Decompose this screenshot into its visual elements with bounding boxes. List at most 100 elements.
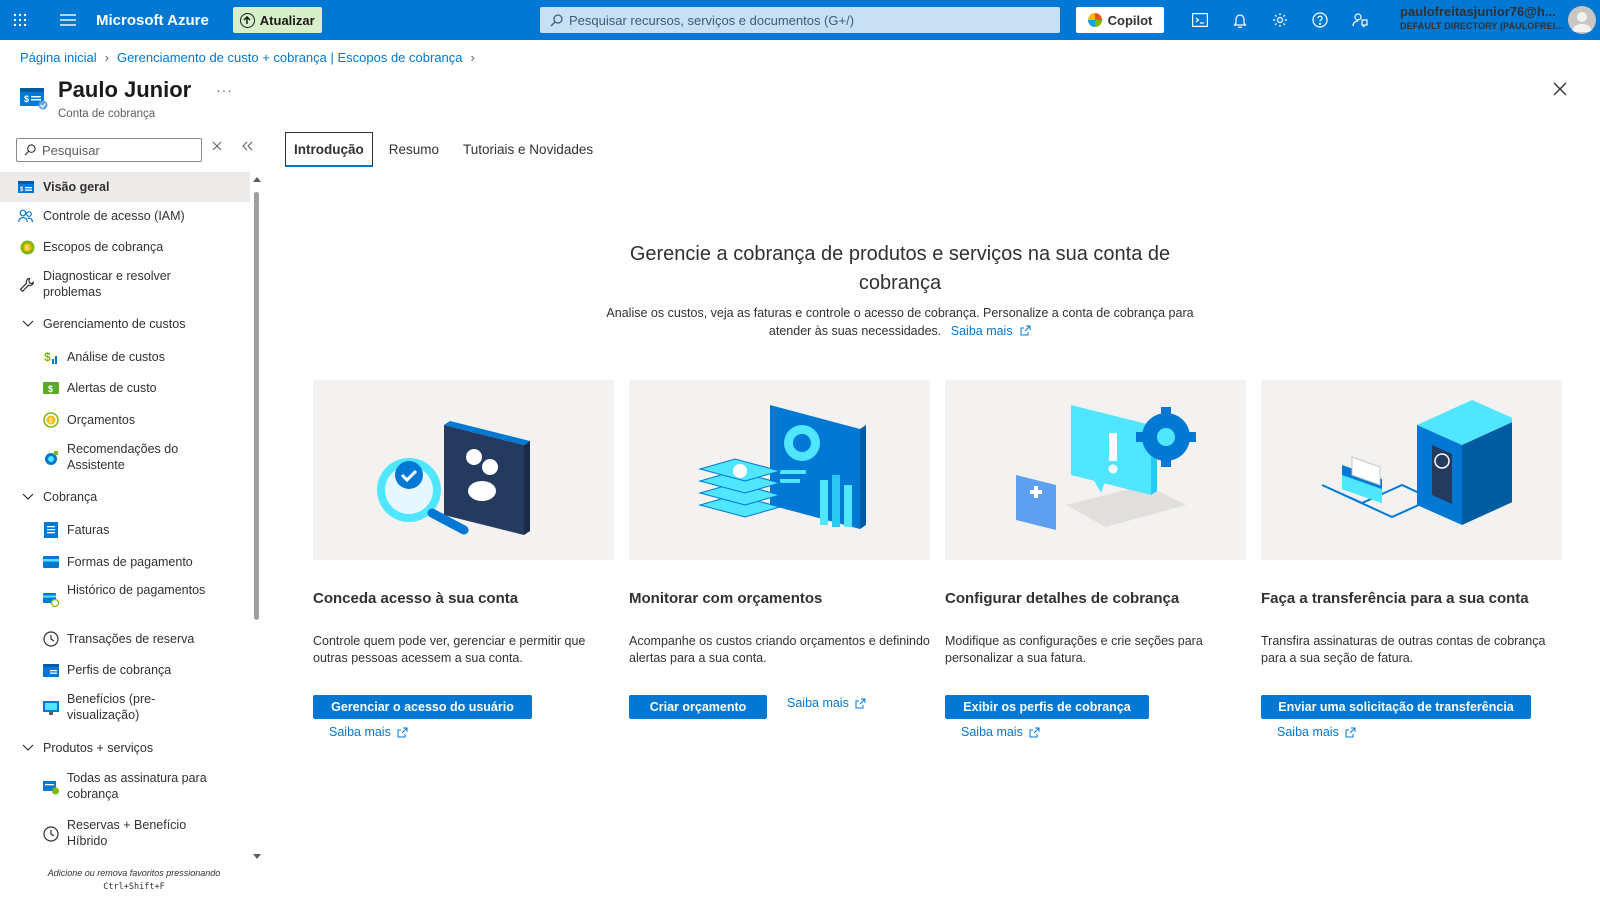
svg-text:$: $ [49, 418, 53, 425]
copilot-button[interactable]: Copilot [1076, 7, 1164, 33]
more-options-icon[interactable]: ··· [216, 82, 233, 98]
nav-item-iam[interactable]: Controle de acesso (IAM) [0, 206, 250, 226]
budgets-illustration [629, 380, 930, 560]
card-title: Configurar detalhes de cobrança [945, 590, 1180, 607]
avatar[interactable] [1568, 6, 1596, 34]
nav-item-cost-alerts[interactable]: $ Alertas de custo [0, 378, 250, 398]
nav-item-diagnose[interactable]: Diagnosticar e resolver problemas [0, 268, 250, 302]
nav-item-label: Formas de pagamento [67, 555, 193, 569]
nav-item-cost-analysis[interactable]: $ Análise de custos [0, 347, 250, 367]
account-info[interactable]: paulofreitasjunior76@h... DEFAULT DIRECT… [1400, 5, 1565, 33]
nav-item-payment-history[interactable]: Histórico de pagamentos [0, 582, 250, 616]
nav-item-label: Histórico de pagamentos [67, 583, 206, 597]
svg-text:$: $ [48, 384, 53, 394]
copilot-label: Copilot [1107, 12, 1153, 28]
nav-item-label: Diagnosticar e resolver problemas [43, 269, 171, 299]
nav-item-all-subscriptions[interactable]: Todas as assinatura para cobrança [0, 770, 250, 804]
external-link-icon [1029, 727, 1040, 737]
close-icon[interactable] [1553, 82, 1573, 102]
global-search-placeholder: Pesquisar recursos, serviços e documento… [569, 12, 855, 28]
hero-description: Analise os custos, veja as faturas e con… [600, 304, 1200, 340]
card-title: Faça a transferência para a sua conta [1261, 590, 1529, 607]
tab-summary[interactable]: Resumo [381, 132, 447, 167]
grant-access-illustration [313, 380, 614, 560]
budget-icon: $ [43, 412, 59, 428]
collapse-menu-icon[interactable] [242, 141, 256, 155]
app-launcher-icon[interactable] [0, 0, 40, 40]
global-search-input[interactable]: Pesquisar recursos, serviços e documento… [540, 7, 1060, 33]
tab-bar: Introdução Resumo Tutoriais e Novidades [285, 132, 609, 167]
external-link-icon [397, 727, 408, 737]
nav-item-overview[interactable]: $ Visão geral [0, 172, 250, 202]
brand-title[interactable]: Microsoft Azure [96, 12, 209, 29]
nav-item-payment-methods[interactable]: Formas de pagamento [0, 552, 250, 572]
external-link-icon [855, 698, 866, 708]
nav-group-label: Cobrança [43, 490, 98, 504]
benefits-icon [43, 700, 59, 716]
nav-group-cost-management[interactable]: Gerenciamento de custos [0, 314, 250, 334]
clear-search-icon[interactable] [212, 141, 226, 155]
card-learn-more-link[interactable]: Saiba mais [787, 696, 866, 710]
learn-more-label: Saiba mais [961, 725, 1023, 739]
view-billing-profiles-button[interactable]: Exibir os perfis de cobrança [945, 695, 1149, 719]
nav-item-advisor[interactable]: Recomendações do Assistente [0, 441, 250, 475]
notifications-bell-icon[interactable] [1220, 0, 1260, 40]
settings-gear-icon[interactable] [1260, 0, 1300, 40]
breadcrumb-cost-management[interactable]: Gerenciamento de custo + cobrança | Esco… [117, 50, 463, 65]
payment-history-icon [43, 591, 59, 607]
svg-text:$: $ [44, 350, 51, 364]
upgrade-label: Atualizar [259, 12, 315, 28]
manage-user-access-button[interactable]: Gerenciar o acesso do usuário [313, 695, 532, 719]
nav-item-label: Visão geral [43, 180, 110, 194]
chevron-down-icon [20, 316, 36, 332]
favorites-hint-keys: Ctrl+Shift+F [103, 882, 165, 892]
hamburger-menu-icon[interactable] [48, 0, 88, 40]
create-budget-button[interactable]: Criar orçamento [629, 695, 767, 719]
nav-item-reservation-transactions[interactable]: Transações de reserva [0, 629, 250, 649]
favorites-hint-text: Adicione ou remova favoritos pressionand… [47, 868, 221, 878]
learn-more-label: Saiba mais [329, 725, 391, 739]
upgrade-button[interactable]: Atualizar [232, 7, 322, 33]
breadcrumb: Página inicial › Gerenciamento de custo … [20, 50, 475, 65]
billing-profile-icon [43, 662, 59, 678]
reservation-icon [43, 826, 59, 842]
hero-title: Gerencie a cobrança de produtos e serviç… [629, 243, 1171, 294]
nav-item-label: Análise de custos [67, 350, 165, 364]
learn-more-label: Saiba mais [950, 324, 1013, 338]
nav-scrollbar-thumb[interactable] [254, 192, 259, 620]
user-name: paulofreitasjunior76@h... [1400, 5, 1556, 19]
nav-search-input[interactable]: Pesquisar [16, 138, 202, 162]
nav-item-label: Escopos de cobrança [43, 240, 164, 254]
cost-alert-icon: $ [43, 380, 59, 396]
send-transfer-request-button[interactable]: Enviar uma solicitação de transferência [1261, 695, 1531, 719]
cloud-shell-icon[interactable] [1180, 0, 1220, 40]
nav-item-label: Perfis de cobrança [67, 663, 172, 677]
nav-group-products-services[interactable]: Produtos + serviços [0, 738, 250, 758]
card-learn-more-link[interactable]: Saiba mais [329, 725, 408, 739]
chevron-down-icon [20, 489, 36, 505]
breadcrumb-home[interactable]: Página inicial [20, 50, 97, 65]
nav-item-benefits[interactable]: Benefícios (pre-visualização) [0, 691, 250, 725]
billing-account-icon: $ [18, 179, 34, 195]
nav-item-label: Benefícios (pre-visualização) [67, 692, 156, 722]
nav-group-billing[interactable]: Cobrança [0, 487, 250, 507]
tab-introduction[interactable]: Introdução [285, 132, 373, 167]
nav-group-label: Gerenciamento de custos [43, 317, 186, 331]
card-title: Conceda acesso à sua conta [313, 590, 519, 607]
card-title: Monitorar com orçamentos [629, 590, 823, 607]
card-learn-more-link[interactable]: Saiba mais [1277, 725, 1356, 739]
transfer-illustration [1261, 380, 1562, 560]
nav-item-billing-profiles[interactable]: Perfis de cobrança [0, 660, 250, 680]
clock-icon [43, 631, 59, 647]
hero-learn-more-link[interactable]: Saiba mais [951, 324, 1031, 338]
wrench-icon [19, 277, 35, 293]
card-learn-more-link[interactable]: Saiba mais [961, 725, 1040, 739]
nav-item-billing-scopes[interactable]: $ Escopos de cobrança [0, 237, 250, 257]
nav-item-budgets[interactable]: $ Orçamentos [0, 410, 250, 430]
feedback-icon[interactable] [1340, 0, 1380, 40]
svg-text:$: $ [24, 94, 29, 104]
nav-item-invoices[interactable]: Faturas [0, 520, 250, 540]
tab-tutorials[interactable]: Tutoriais e Novidades [455, 132, 601, 167]
help-question-icon[interactable] [1300, 0, 1340, 40]
nav-item-reservations[interactable]: Reservas + Benefício Híbrido [0, 817, 250, 851]
